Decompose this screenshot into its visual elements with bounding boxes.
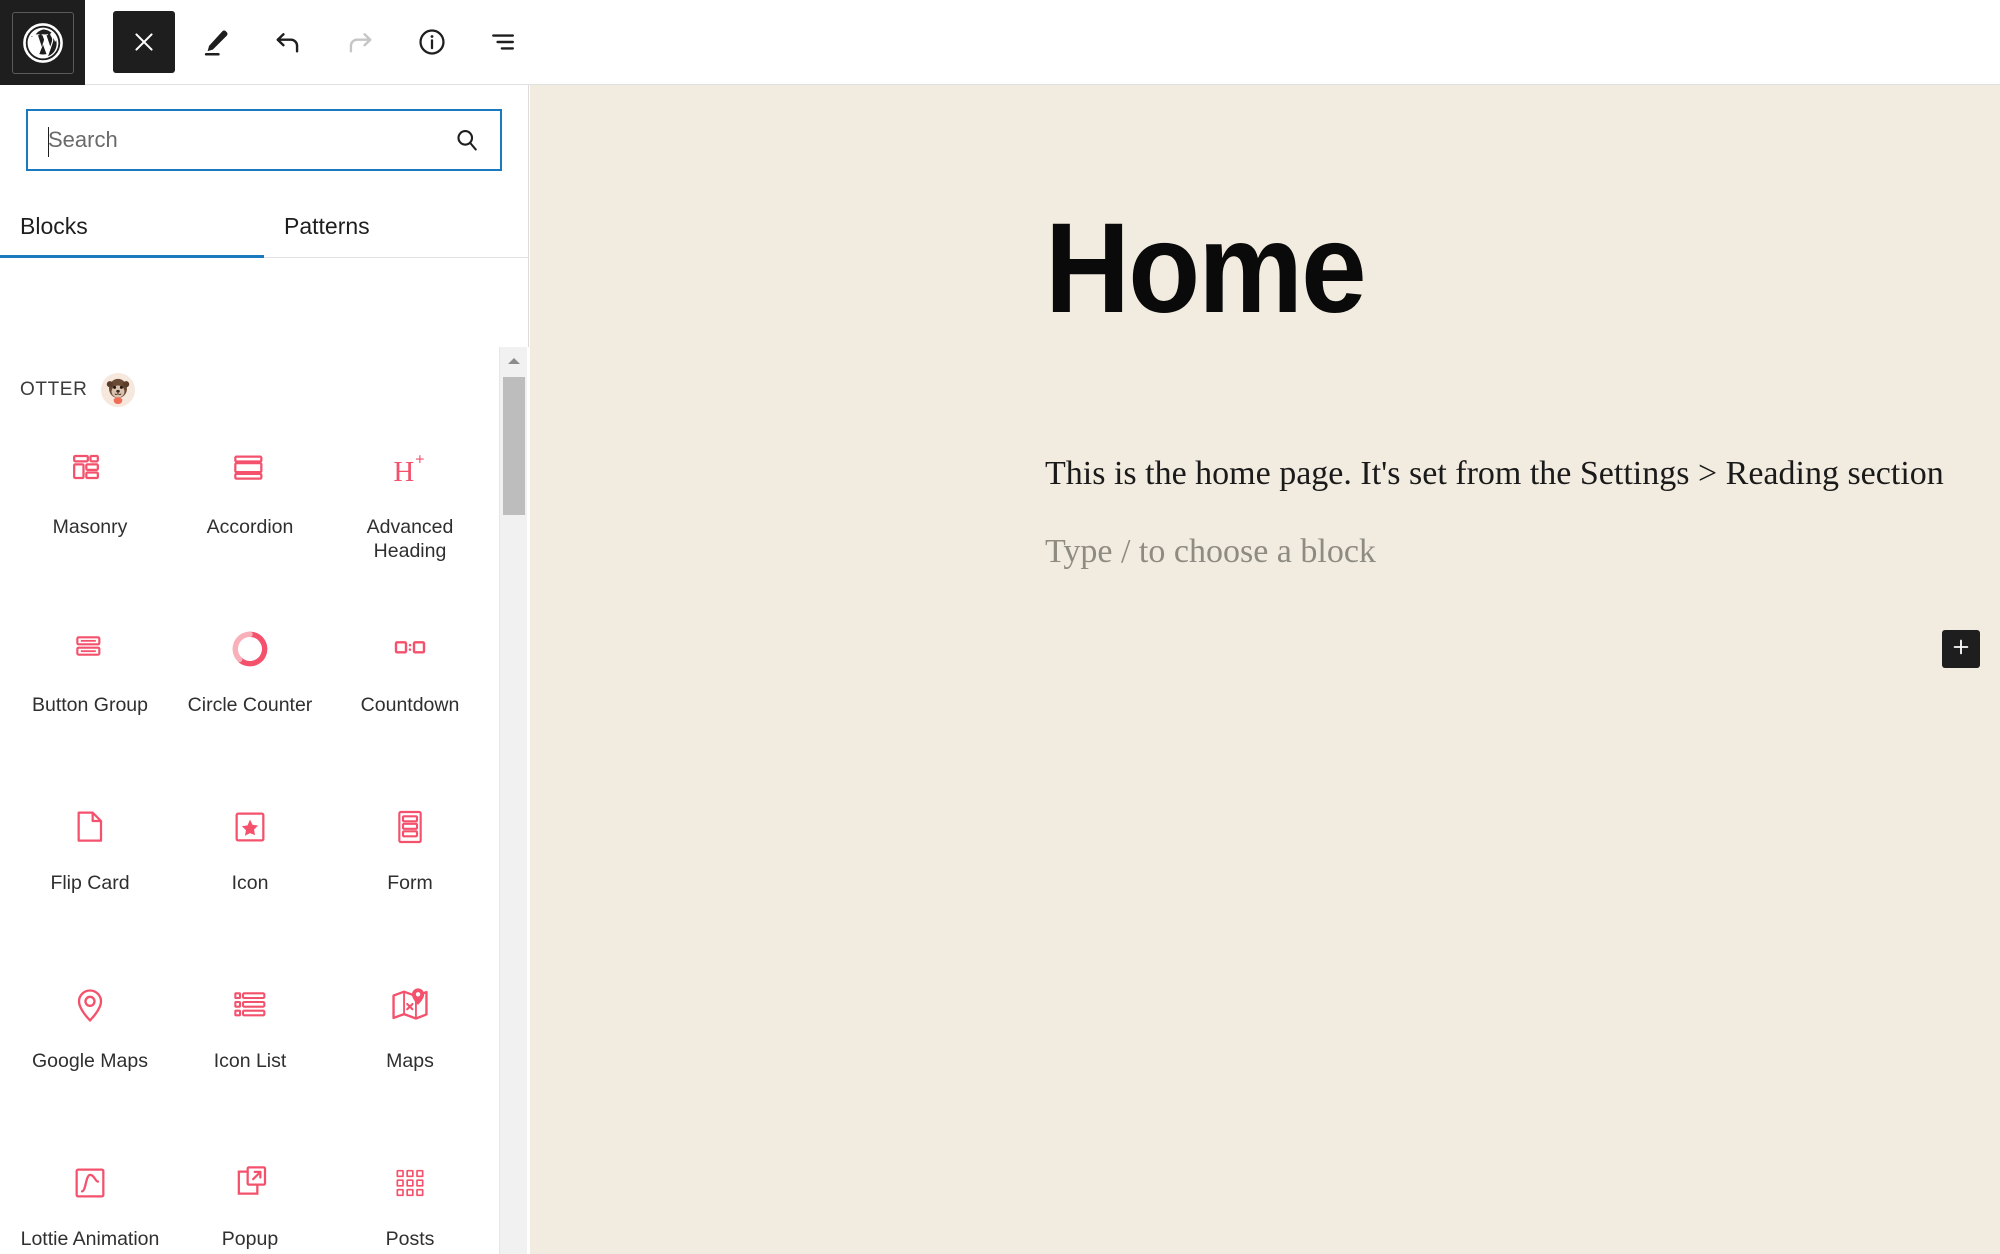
block-item-advanced-heading[interactable]: H + Advanced Heading bbox=[330, 417, 490, 595]
block-item-popup[interactable]: Popup bbox=[170, 1129, 330, 1254]
button-group-icon bbox=[70, 621, 110, 677]
maps-icon bbox=[389, 977, 431, 1033]
wordpress-logo-button[interactable] bbox=[0, 0, 85, 85]
close-icon bbox=[131, 29, 157, 55]
close-editor-button[interactable] bbox=[113, 11, 175, 73]
block-list-scrollbar[interactable] bbox=[499, 347, 527, 1254]
tab-blocks[interactable]: Blocks bbox=[0, 195, 264, 258]
block-item-label: Form bbox=[387, 872, 433, 894]
undo-button[interactable] bbox=[257, 11, 319, 73]
block-category-label: OTTER bbox=[20, 379, 88, 400]
empty-paragraph-placeholder[interactable]: Type / to choose a block bbox=[1045, 533, 1376, 571]
block-item-label: Maps bbox=[386, 1050, 434, 1072]
icon-list-icon bbox=[230, 977, 270, 1033]
inserter-tabs: Blocks Patterns bbox=[0, 195, 528, 258]
block-list-scroll-region[interactable]: OTTER Masonry Accordion H + Advanced Hea… bbox=[0, 347, 529, 1254]
scroll-up-arrow-icon[interactable] bbox=[500, 347, 527, 375]
block-item-label: Circle Counter bbox=[187, 694, 313, 716]
block-item-icon-list[interactable]: Icon List bbox=[170, 951, 330, 1129]
list-view-icon bbox=[488, 26, 520, 58]
block-item-google-maps[interactable]: Google Maps bbox=[10, 951, 170, 1129]
block-item-label: Icon bbox=[231, 872, 269, 894]
svg-text:H: H bbox=[393, 456, 414, 488]
editor-canvas: Home This is the home page. It's set fro… bbox=[530, 85, 2000, 1254]
block-category-header: OTTER bbox=[0, 347, 529, 407]
list-view-button[interactable] bbox=[473, 11, 535, 73]
block-item-button-group[interactable]: Button Group bbox=[10, 595, 170, 773]
search-box[interactable] bbox=[26, 109, 502, 171]
circle-counter-icon bbox=[229, 621, 271, 677]
info-icon bbox=[416, 26, 448, 58]
pencil-icon bbox=[200, 26, 232, 58]
block-item-label: Countdown bbox=[360, 694, 460, 716]
block-item-flip-card[interactable]: Flip Card bbox=[10, 773, 170, 951]
block-item-label: Button Group bbox=[32, 694, 148, 716]
countdown-icon bbox=[390, 621, 430, 677]
scrollbar-thumb[interactable] bbox=[503, 377, 525, 515]
flip-card-icon bbox=[70, 799, 110, 855]
search-caret bbox=[48, 127, 49, 157]
google-maps-icon bbox=[70, 977, 110, 1033]
add-block-button[interactable] bbox=[1942, 630, 1980, 668]
block-item-label: Accordion bbox=[206, 516, 294, 538]
wordpress-logo-icon bbox=[22, 22, 64, 64]
masonry-icon bbox=[70, 443, 110, 499]
search-icon bbox=[452, 125, 482, 155]
editor-top-bar bbox=[0, 0, 2000, 85]
block-item-label: Icon List bbox=[213, 1050, 287, 1072]
edit-mode-button[interactable] bbox=[185, 11, 247, 73]
block-item-form[interactable]: Form bbox=[330, 773, 490, 951]
block-item-label: Google Maps bbox=[32, 1050, 148, 1072]
tab-patterns-label: Patterns bbox=[284, 212, 370, 239]
block-item-posts[interactable]: Posts bbox=[330, 1129, 490, 1254]
block-item-lottie-animation[interactable]: Lottie Animation bbox=[10, 1129, 170, 1254]
search-input[interactable] bbox=[28, 111, 500, 169]
undo-icon bbox=[272, 26, 304, 58]
otter-avatar-icon bbox=[101, 373, 136, 407]
block-item-label: Flip Card bbox=[50, 872, 130, 894]
popup-icon bbox=[230, 1155, 270, 1211]
block-item-label: Popup bbox=[221, 1228, 279, 1250]
tab-patterns[interactable]: Patterns bbox=[264, 195, 528, 257]
wordpress-logo-frame bbox=[11, 11, 74, 74]
block-type-grid: Masonry Accordion H + Advanced Heading B… bbox=[0, 407, 500, 1254]
svg-text:+: + bbox=[415, 452, 424, 469]
block-item-circle-counter[interactable]: Circle Counter bbox=[170, 595, 330, 773]
tab-blocks-label: Blocks bbox=[20, 212, 88, 239]
details-button[interactable] bbox=[401, 11, 463, 73]
form-icon bbox=[390, 799, 430, 855]
block-item-label: Masonry bbox=[52, 516, 128, 538]
lottie-animation-icon bbox=[70, 1155, 110, 1211]
block-item-masonry[interactable]: Masonry bbox=[10, 417, 170, 595]
block-item-icon[interactable]: Icon bbox=[170, 773, 330, 951]
block-item-maps[interactable]: Maps bbox=[330, 951, 490, 1129]
block-item-label: Posts bbox=[385, 1228, 435, 1250]
editor-toolbar bbox=[85, 0, 535, 84]
posts-icon bbox=[390, 1155, 430, 1211]
redo-button[interactable] bbox=[329, 11, 391, 73]
paragraph-block[interactable]: This is the home page. It's set from the… bbox=[1045, 455, 1944, 493]
advanced-heading-icon: H + bbox=[389, 443, 431, 499]
redo-icon bbox=[344, 26, 376, 58]
block-item-label: Advanced Heading bbox=[366, 516, 454, 562]
page-title[interactable]: Home bbox=[1045, 205, 1367, 333]
plus-icon bbox=[1950, 636, 1972, 663]
block-item-countdown[interactable]: Countdown bbox=[330, 595, 490, 773]
block-item-label: Lottie Animation bbox=[20, 1228, 160, 1250]
inserter-search-area bbox=[0, 85, 528, 171]
accordion-icon bbox=[230, 443, 270, 499]
icon-block-icon bbox=[230, 799, 270, 855]
block-inserter-panel: Blocks Patterns OTTER bbox=[0, 85, 529, 1254]
block-item-accordion[interactable]: Accordion bbox=[170, 417, 330, 595]
